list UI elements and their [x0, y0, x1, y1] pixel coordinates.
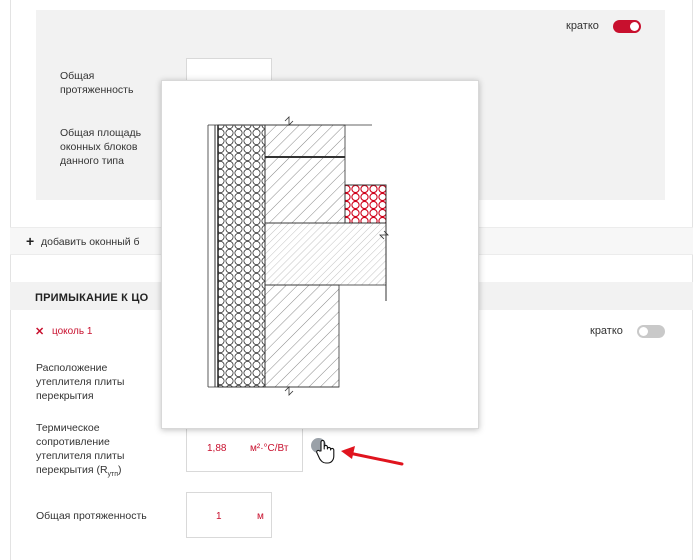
wall-section-drawing	[207, 116, 389, 396]
thermal-resistance-unit: м²·°С/Вт	[250, 443, 289, 454]
plinth-brief-toggle[interactable]	[637, 325, 665, 338]
add-window-block-link[interactable]: добавить оконный б	[41, 236, 140, 248]
thermal-resistance-value: 1,88	[207, 443, 227, 454]
plinth-length-unit: м	[257, 511, 264, 522]
hand-cursor-icon	[316, 439, 335, 464]
window-area-label: Общая площадь оконных блоков данного тип…	[60, 127, 142, 167]
plinth-length-label: Общая протяженность	[36, 510, 147, 522]
thermal-resistance-label: Термическое сопротивление утеплителя пли…	[36, 422, 125, 479]
brief-toggle[interactable]	[613, 20, 641, 33]
insulation-diagram-popup	[161, 80, 479, 429]
pointer-arrow-icon	[341, 446, 404, 466]
plinth-brief-toggle-label: кратко	[590, 325, 623, 337]
section-title: ПРИМЫКАНИЕ К ЦО	[35, 292, 149, 304]
brief-toggle-label: кратко	[566, 20, 599, 32]
remove-x-icon[interactable]: ✕	[35, 325, 44, 338]
insulation-location-label: Расположение утеплителя плиты перекрытия	[36, 362, 125, 402]
plus-icon: +	[26, 233, 35, 249]
window-length-label: Общая протяженность	[60, 70, 134, 96]
plinth-item-name: цоколь 1	[52, 326, 93, 337]
plinth-length-value: 1	[216, 511, 222, 522]
